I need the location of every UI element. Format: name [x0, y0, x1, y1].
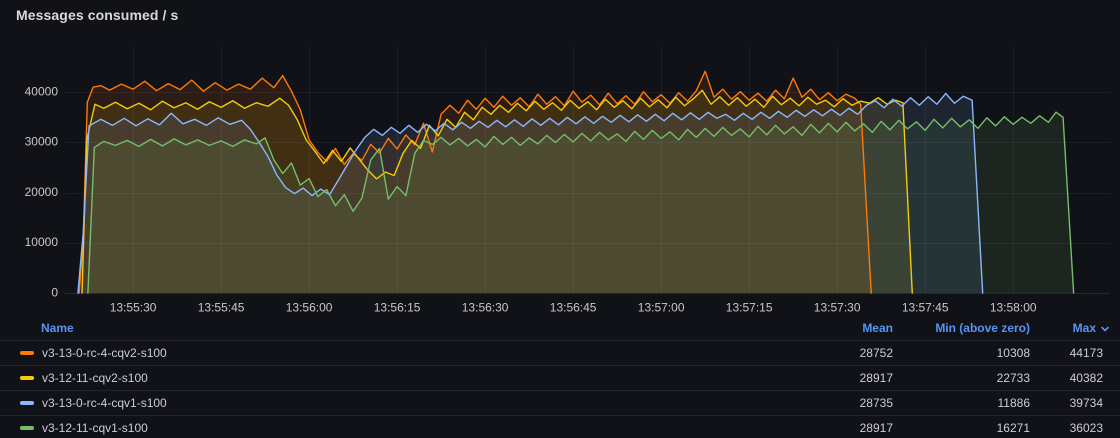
legend-row: v3-12-11-cqv2-s100 289172273340382 — [0, 365, 1120, 390]
legend-table: Name Mean Min (above zero) Max v3-13-0-r… — [0, 316, 1120, 438]
legend-row: v3-12-11-cqv1-s100 289171627136023 — [0, 415, 1120, 438]
legend-header-name[interactable]: Name — [20, 321, 773, 335]
series-mean-value: 28752 — [773, 346, 893, 360]
series-mean-value: 28735 — [773, 396, 893, 410]
series-color-swatch — [20, 426, 34, 430]
legend-row: v3-13-0-rc-4-cqv2-s100 287521030844173 — [0, 340, 1120, 365]
series-max-value: 40382 — [1030, 371, 1111, 385]
series-name[interactable]: v3-13-0-rc-4-cqv2-s100 — [42, 346, 167, 360]
legend-header-max[interactable]: Max — [1030, 321, 1111, 335]
series-color-swatch — [20, 401, 34, 405]
series-max-value: 44173 — [1030, 346, 1111, 360]
grafana-panel: Messages consumed / s Name Mean Min (abo… — [0, 0, 1120, 438]
series-color-swatch — [20, 376, 34, 380]
legend-header-max-label: Max — [1073, 321, 1096, 335]
series-mean-value: 28917 — [773, 371, 893, 385]
legend-header-row: Name Mean Min (above zero) Max — [0, 316, 1120, 340]
series-mean-value: 28917 — [773, 421, 893, 435]
series-max-value: 39734 — [1030, 396, 1111, 410]
legend-header-mean[interactable]: Mean — [773, 321, 893, 335]
series-max-value: 36023 — [1030, 421, 1111, 435]
series-min-value: 11886 — [893, 396, 1030, 410]
sort-desc-chevron-down-icon — [1099, 323, 1111, 335]
series-min-value: 22733 — [893, 371, 1030, 385]
timeseries-chart[interactable] — [0, 0, 1120, 316]
series-name[interactable]: v3-12-11-cqv2-s100 — [42, 371, 148, 385]
series-min-value: 16271 — [893, 421, 1030, 435]
legend-header-min[interactable]: Min (above zero) — [893, 321, 1030, 335]
series-name[interactable]: v3-12-11-cqv1-s100 — [42, 421, 148, 435]
series-color-swatch — [20, 351, 34, 355]
legend-row: v3-13-0-rc-4-cqv1-s100 287351188639734 — [0, 390, 1120, 415]
series-min-value: 10308 — [893, 346, 1030, 360]
series-name[interactable]: v3-13-0-rc-4-cqv1-s100 — [42, 396, 167, 410]
legend-rows: v3-13-0-rc-4-cqv2-s100287521030844173v3-… — [0, 340, 1120, 438]
